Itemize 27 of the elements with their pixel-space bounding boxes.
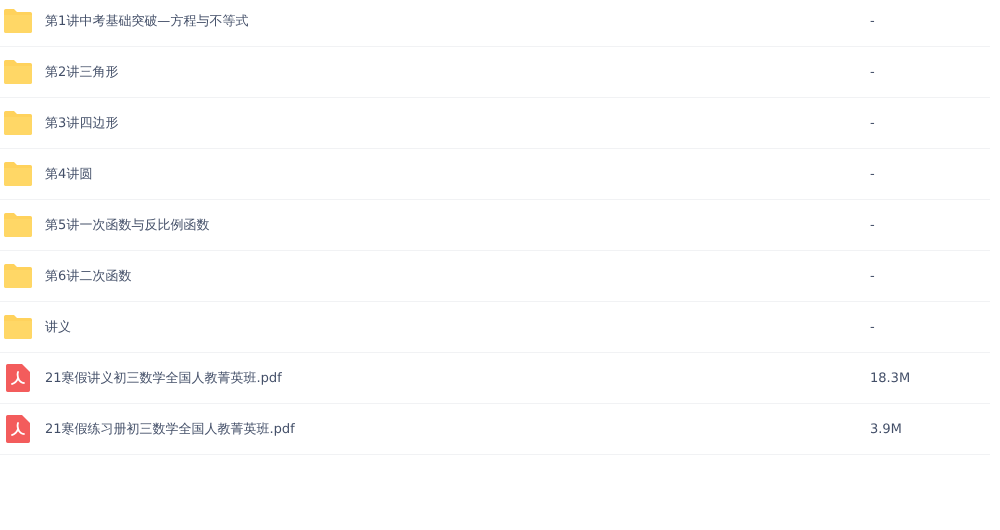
file-name[interactable]: 第2讲三角形 <box>45 63 870 81</box>
file-size: 18.3M <box>870 370 912 386</box>
file-size: - <box>870 64 876 80</box>
file-size: - <box>870 116 876 130</box>
folder-icon <box>3 8 33 34</box>
folder-icon <box>3 263 33 289</box>
pdf-file-icon <box>6 415 30 443</box>
file-size: 3.9M <box>870 422 903 436</box>
folder-icon <box>3 212 33 238</box>
folder-icon <box>3 110 33 136</box>
file-name[interactable]: 第5讲一次函数与反比例函数 <box>45 216 870 234</box>
file-name[interactable]: 21寒假练习册初三数学全国人教菁英班.pdf <box>45 420 870 438</box>
file-name[interactable]: 第4讲圆 <box>45 165 870 183</box>
folder-icon <box>3 161 33 187</box>
file-size: - <box>870 320 876 334</box>
file-name[interactable]: 讲义 <box>45 318 870 336</box>
file-name[interactable]: 第3讲四边形 <box>45 114 870 132</box>
folder-icon <box>3 314 33 340</box>
file-name[interactable]: 第1讲中考基础突破—方程与不等式 <box>45 12 870 30</box>
file-name[interactable]: 第6讲二次函数 <box>45 267 870 285</box>
file-size: - <box>870 268 876 284</box>
file-size: - <box>870 166 876 182</box>
pdf-file-icon <box>6 364 30 392</box>
file-size: - <box>870 14 876 28</box>
file-name[interactable]: 21寒假讲义初三数学全国人教菁英班.pdf <box>45 369 870 387</box>
folder-icon <box>3 59 33 85</box>
file-size: - <box>870 218 876 232</box>
